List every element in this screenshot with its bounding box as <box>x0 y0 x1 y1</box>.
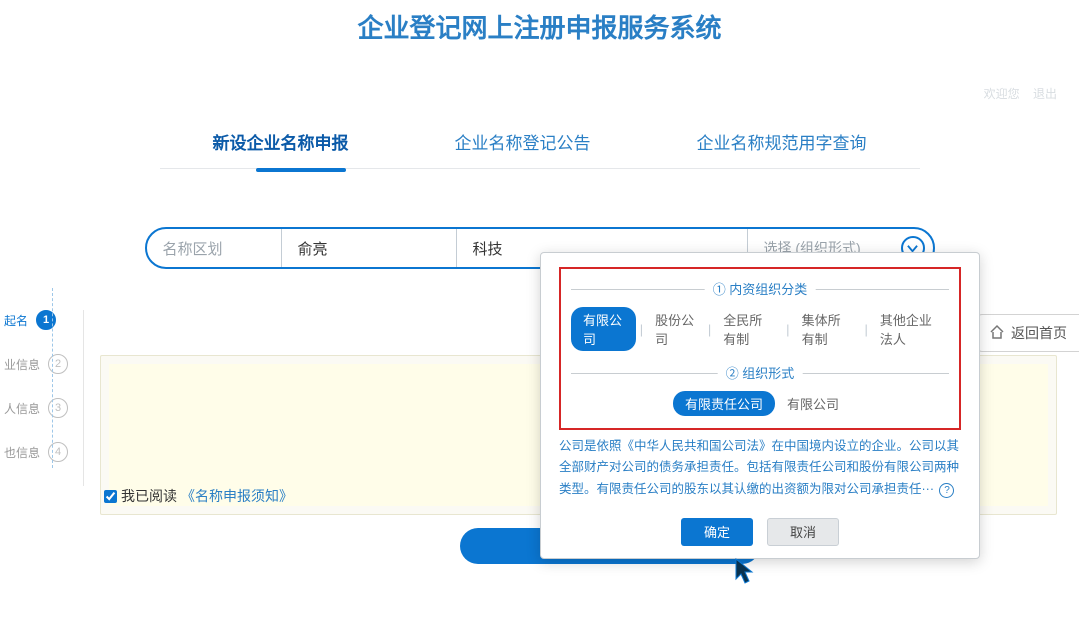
consent-row: 我已阅读 《名称申报须知》 <box>104 486 293 506</box>
step-3[interactable]: 人信息 3 <box>4 398 83 418</box>
top-right-links: 欢迎您 退出 <box>974 85 1057 102</box>
popup-actions: 确定 取消 <box>559 518 961 546</box>
section-2-header: ② 组织形式 <box>571 365 949 381</box>
org-form-popup: ① 内资组织分类 有限公司 | 股份公司 | 全民所有制 | 集体所有制 | 其… <box>540 252 980 559</box>
step-line <box>52 288 53 468</box>
step-track: 起名 1 业信息 2 人信息 3 也信息 4 <box>0 310 84 486</box>
step-2[interactable]: 业信息 2 <box>4 354 83 374</box>
confirm-button[interactable]: 确定 <box>681 518 753 546</box>
step-4[interactable]: 也信息 4 <box>4 442 83 462</box>
tab-active-underline <box>256 168 346 172</box>
chip-state-owned[interactable]: 全民所有制 <box>715 310 782 348</box>
tab-standard-chars[interactable]: 企业名称规范用字查询 <box>683 129 881 168</box>
section-1-header: ① 内资组织分类 <box>571 281 949 297</box>
popup-highlight-box: ① 内资组织分类 有限公司 | 股份公司 | 全民所有制 | 集体所有制 | 其… <box>559 267 961 430</box>
home-icon <box>989 324 1005 343</box>
org-form-row: 有限责任公司 有限公司 <box>571 391 949 416</box>
help-icon[interactable]: ? <box>939 483 954 498</box>
consent-link[interactable]: 《名称申报须知》 <box>181 486 293 506</box>
tab-announcement[interactable]: 企业名称登记公告 <box>441 129 605 168</box>
region-field[interactable]: 名称区划 <box>147 229 282 267</box>
consent-prefix: 我已阅读 <box>121 486 177 506</box>
shop-name-field[interactable]: 俞亮 <box>282 229 457 267</box>
step-1[interactable]: 起名 1 <box>4 310 83 330</box>
consent-checkbox[interactable] <box>104 490 117 503</box>
tab-new-name[interactable]: 新设企业名称申报 <box>199 129 363 168</box>
chip-stock-company[interactable]: 股份公司 <box>647 310 704 348</box>
chip-llc[interactable]: 有限责任公司 <box>673 391 775 416</box>
cancel-button[interactable]: 取消 <box>767 518 839 546</box>
tab-bar: 新设企业名称申报 企业名称登记公告 企业名称规范用字查询 <box>160 129 920 169</box>
chip-other-legal[interactable]: 其他企业法人 <box>872 310 949 348</box>
back-home-button[interactable]: 返回首页 <box>976 314 1079 352</box>
welcome-text: 欢迎您 <box>984 87 1020 101</box>
org-category-row: 有限公司 | 股份公司 | 全民所有制 | 集体所有制 | 其他企业法人 <box>571 307 949 351</box>
chip-ltd[interactable]: 有限公司 <box>779 394 847 413</box>
logout-link[interactable]: 退出 <box>1033 87 1057 101</box>
page-title: 企业登记网上注册申报服务系统 <box>0 0 1079 59</box>
chip-limited-company[interactable]: 有限公司 <box>571 307 636 351</box>
org-form-description: 公司是依照《中华人民共和国公司法》在中国境内设立的企业。公司以其全部财产对公司的… <box>559 436 961 500</box>
chip-collective[interactable]: 集体所有制 <box>794 310 861 348</box>
